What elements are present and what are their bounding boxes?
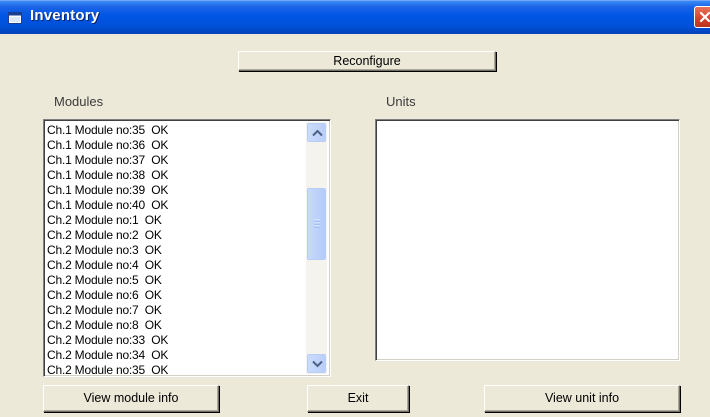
- exit-button-label: Exit: [347, 391, 369, 405]
- window-app-icon[interactable]: [8, 11, 22, 24]
- list-item[interactable]: Ch.2 Module no:33 OK: [47, 333, 303, 348]
- list-item[interactable]: Ch.2 Module no:6 OK: [47, 288, 303, 303]
- list-item[interactable]: Ch.1 Module no:37 OK: [47, 153, 303, 168]
- exit-button[interactable]: Exit: [307, 385, 409, 412]
- modules-listbox[interactable]: Ch.1 Module no:35 OK Ch.1 Module no:36 OK…: [43, 119, 331, 377]
- list-item[interactable]: Ch.1 Module no:38 OK: [47, 168, 303, 183]
- list-item[interactable]: Ch.2 Module no:1 OK: [47, 213, 303, 228]
- view-unit-info-label: View unit info: [544, 391, 620, 405]
- list-item[interactable]: Ch.1 Module no:35 OK: [47, 123, 303, 138]
- reconfigure-button-label: Reconfigure: [333, 54, 401, 68]
- modules-scrollbar[interactable]: [306, 122, 327, 374]
- list-item[interactable]: Ch.2 Module no:4 OK: [47, 258, 303, 273]
- list-item[interactable]: Ch.2 Module no:3 OK: [47, 243, 303, 258]
- grip-icon: [314, 219, 320, 228]
- inventory-window: Inventory Reconfigure Modules Units Ch.1…: [0, 0, 710, 417]
- list-item[interactable]: Ch.1 Module no:40 OK: [47, 198, 303, 213]
- chevron-up-icon: [312, 129, 323, 137]
- units-listbox[interactable]: [375, 119, 680, 361]
- modules-list-items: Ch.1 Module no:35 OK Ch.1 Module no:36 OK…: [47, 123, 303, 376]
- list-item[interactable]: Ch.2 Module no:7 OK: [47, 303, 303, 318]
- list-item[interactable]: Ch.1 Module no:36 OK: [47, 138, 303, 153]
- chevron-down-icon: [312, 360, 323, 368]
- list-item[interactable]: Ch.1 Module no:39 OK: [47, 183, 303, 198]
- list-item[interactable]: Ch.2 Module no:5 OK: [47, 273, 303, 288]
- title-bar[interactable]: Inventory: [0, 0, 710, 34]
- close-button[interactable]: [694, 6, 710, 28]
- modules-label: Modules: [54, 94, 104, 109]
- view-module-info-button[interactable]: View module info: [43, 385, 219, 412]
- window-title: Inventory: [30, 7, 100, 24]
- units-label: Units: [386, 94, 416, 109]
- view-unit-info-button[interactable]: View unit info: [484, 385, 680, 412]
- close-icon: [699, 11, 710, 23]
- list-item[interactable]: Ch.2 Module no:35 OK: [47, 363, 303, 376]
- reconfigure-button[interactable]: Reconfigure: [238, 51, 496, 71]
- scroll-up-button[interactable]: [307, 123, 326, 142]
- list-item[interactable]: Ch.2 Module no:34 OK: [47, 348, 303, 363]
- list-item[interactable]: Ch.2 Module no:8 OK: [47, 318, 303, 333]
- scroll-thumb[interactable]: [307, 188, 326, 260]
- list-item[interactable]: Ch.2 Module no:2 OK: [47, 228, 303, 243]
- scroll-down-button[interactable]: [307, 354, 326, 373]
- view-module-info-label: View module info: [83, 391, 179, 405]
